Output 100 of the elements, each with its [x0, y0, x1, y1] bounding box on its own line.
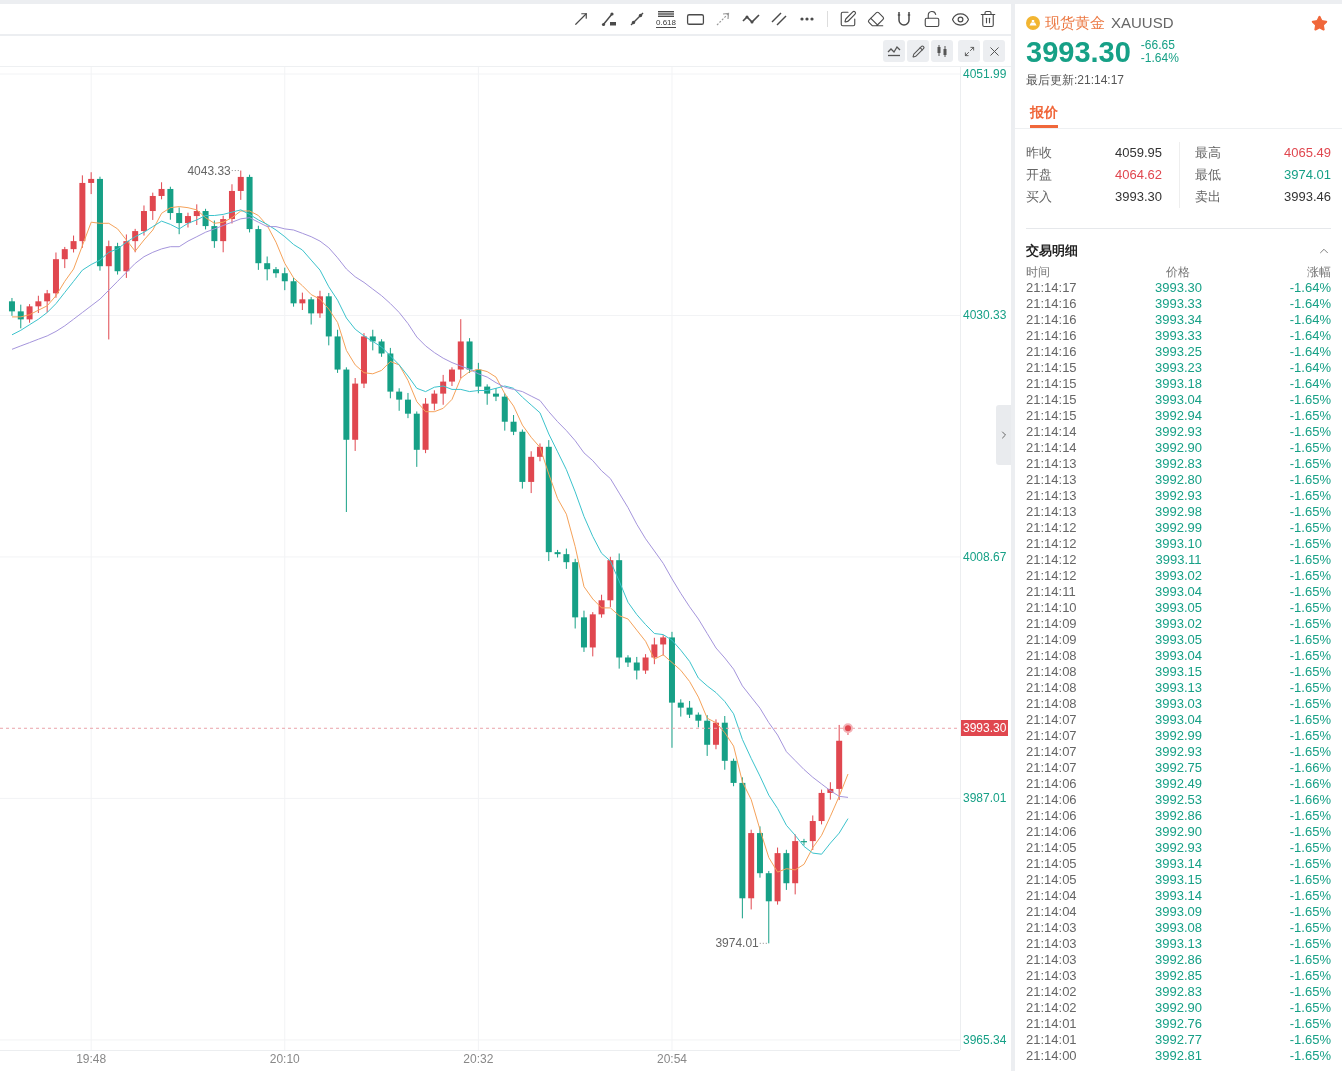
trade-time: 21:14:12: [1026, 536, 1077, 552]
expand-icon: [963, 45, 975, 57]
trade-time: 21:14:16: [1026, 344, 1077, 360]
trade-price: 3992.93: [1155, 488, 1202, 504]
trade-price: 3993.02: [1155, 568, 1202, 584]
trade-price: 3993.05: [1155, 632, 1202, 648]
trade-change: -1.64%: [1289, 296, 1331, 312]
trade-price: 3992.90: [1155, 440, 1202, 456]
trade-time: 21:14:17: [1026, 280, 1077, 296]
trade-time: 21:14:14: [1026, 440, 1077, 456]
favorite-star-icon[interactable]: [1311, 14, 1328, 32]
ray-line-icon: [629, 11, 645, 27]
trade-time: 21:14:15: [1026, 408, 1077, 424]
zigzag-line-icon: [742, 13, 760, 25]
trade-change: -1.65%: [1289, 952, 1331, 968]
trade-time: 21:14:14: [1026, 424, 1077, 440]
draw-button[interactable]: [907, 40, 929, 62]
candlestick: [396, 387, 403, 412]
trade-change: -1.65%: [1289, 552, 1331, 568]
trade-change: -1.66%: [1289, 792, 1331, 808]
trade-time: 21:14:13: [1026, 488, 1077, 504]
unlock-icon: [923, 10, 941, 28]
trade-time: 21:14:16: [1026, 296, 1077, 312]
trade-price: 3992.86: [1155, 808, 1202, 824]
candlestick: [492, 387, 499, 402]
trade-time: 21:14:05: [1026, 856, 1077, 872]
trash-icon: [979, 10, 997, 28]
trade-price: 3992.99: [1155, 520, 1202, 536]
price-marker-icon: [843, 723, 853, 734]
trade-time: 21:14:12: [1026, 520, 1077, 536]
trade-price: 3992.94: [1155, 408, 1202, 424]
trade-time: 21:14:12: [1026, 568, 1077, 584]
trade-time: 21:14:04: [1026, 904, 1077, 920]
chart-type-button[interactable]: [931, 40, 953, 62]
stat-value: 3993.46: [1284, 188, 1331, 207]
column-header: 涨幅: [1307, 264, 1331, 280]
stat-label: 最低: [1195, 166, 1221, 185]
trade-time: 21:14:16: [1026, 328, 1077, 344]
trade-change: -1.65%: [1289, 584, 1331, 600]
magnet-icon: [897, 11, 911, 27]
trade-change: -1.65%: [1289, 808, 1331, 824]
trade-price: 3992.93: [1155, 424, 1202, 440]
trade-time: 21:14:07: [1026, 744, 1077, 760]
trade-change: -1.65%: [1289, 1000, 1331, 1016]
price-axis-label: 3965.34: [963, 1032, 1007, 1047]
trade-time: 21:14:03: [1026, 968, 1077, 984]
trade-change: -1.64%: [1289, 312, 1331, 328]
trade-time: 21:14:10: [1026, 600, 1077, 616]
trade-price: 3993.18: [1155, 376, 1202, 392]
trade-price: 3993.11: [1155, 552, 1202, 568]
price-axis-label: 3987.01: [963, 791, 1007, 806]
stat-value: 4065.49: [1284, 144, 1331, 163]
stat-label: 买入: [1026, 188, 1052, 207]
trade-time: 21:14:08: [1026, 680, 1077, 696]
trade-time: 21:14:15: [1026, 392, 1077, 408]
trade-time: 21:14:06: [1026, 776, 1077, 792]
trade-price: 3993.04: [1155, 648, 1202, 664]
trade-time: 21:14:05: [1026, 840, 1077, 856]
trade-time: 21:14:01: [1026, 1032, 1077, 1048]
price-axis-label: 4008.67: [963, 549, 1007, 564]
trade-change: -1.65%: [1289, 536, 1331, 552]
trade-change: -1.65%: [1289, 728, 1331, 744]
candlestick: [431, 389, 438, 411]
trade-change: -1.65%: [1289, 840, 1331, 856]
expand-button[interactable]: [958, 40, 980, 62]
instrument-name: 现货黄金: [1045, 12, 1105, 33]
coin-icon: [1026, 16, 1040, 30]
trade-price: 3992.98: [1155, 504, 1202, 520]
candlestick: [211, 220, 218, 249]
indicator-button[interactable]: [883, 40, 905, 62]
trade-price: 3992.83: [1155, 456, 1202, 472]
trade-change: -1.65%: [1289, 856, 1331, 872]
trade-time: 21:14:03: [1026, 936, 1077, 952]
annotation-leader-line: [759, 942, 769, 944]
edit-note-icon: [839, 10, 857, 28]
candlestick: [642, 653, 649, 675]
indicator-icon: [887, 45, 901, 57]
trade-change: -1.66%: [1289, 776, 1331, 792]
trade-price: 3993.15: [1155, 872, 1202, 888]
dashed-arrow-icon: [715, 11, 731, 27]
fibonacci-button[interactable]: 0.618: [653, 7, 679, 31]
trade-change: -1.64%: [1289, 376, 1331, 392]
trade-change: -1.65%: [1289, 648, 1331, 664]
candlestick: [264, 256, 271, 281]
column-header: 价格: [1166, 264, 1191, 280]
stat-label: 卖出: [1195, 188, 1221, 207]
candlestick: [61, 246, 68, 269]
trade-time: 21:14:12: [1026, 552, 1077, 568]
trade-time: 21:14:08: [1026, 648, 1077, 664]
trade-change: -1.65%: [1289, 456, 1331, 472]
trade-change: -1.65%: [1289, 664, 1331, 680]
stat-value: 4059.95: [1115, 144, 1162, 163]
trade-time: 21:14:15: [1026, 360, 1077, 376]
candlestick: [44, 289, 51, 313]
close-button[interactable]: [983, 40, 1005, 62]
trade-change: -1.66%: [1289, 760, 1331, 776]
candlestick: [149, 192, 156, 221]
trade-change: -1.64%: [1289, 360, 1331, 376]
trade-price: 3993.23: [1155, 360, 1202, 376]
trade-time: 21:14:01: [1026, 1016, 1077, 1032]
